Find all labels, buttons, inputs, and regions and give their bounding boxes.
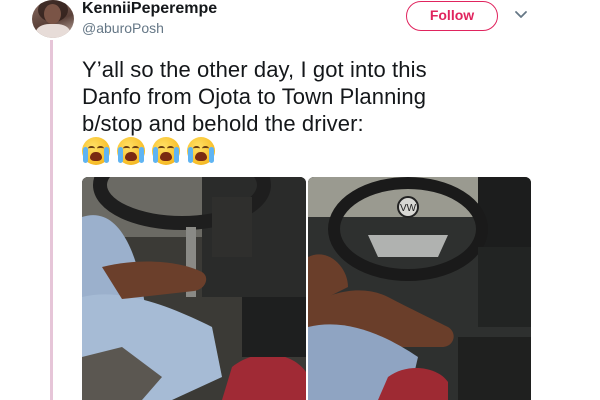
- avatar-face: [44, 4, 61, 24]
- emoji-row: [82, 137, 222, 167]
- tweet-text: Y’all so the other day, I got into this …: [82, 56, 562, 137]
- tweet-text-line: b/stop and behold the driver:: [82, 111, 364, 136]
- author-display-name[interactable]: KenniiPeperempe: [82, 0, 217, 18]
- avatar[interactable]: [32, 0, 74, 38]
- svg-text:VW: VW: [400, 203, 417, 214]
- author-handle[interactable]: @aburoPosh: [82, 20, 164, 36]
- driver-photo-right[interactable]: VW: [308, 177, 531, 400]
- loudly-crying-face-icon: [187, 137, 215, 165]
- loudly-crying-face-icon: [82, 137, 110, 165]
- loudly-crying-face-icon: [152, 137, 180, 165]
- tweet-text-line: Danfo from Ojota to Town Planning: [82, 84, 427, 109]
- follow-button[interactable]: Follow: [406, 1, 498, 31]
- thread-line: [50, 40, 53, 400]
- loudly-crying-face-icon: [117, 137, 145, 165]
- photo-left-art: [82, 177, 306, 400]
- photo-right-art: VW: [308, 177, 531, 400]
- avatar-shirt: [36, 24, 70, 38]
- chevron-down-icon[interactable]: [514, 9, 528, 21]
- tweet-text-line: Y’all so the other day, I got into this: [82, 57, 427, 82]
- driver-photo-left[interactable]: [82, 177, 306, 400]
